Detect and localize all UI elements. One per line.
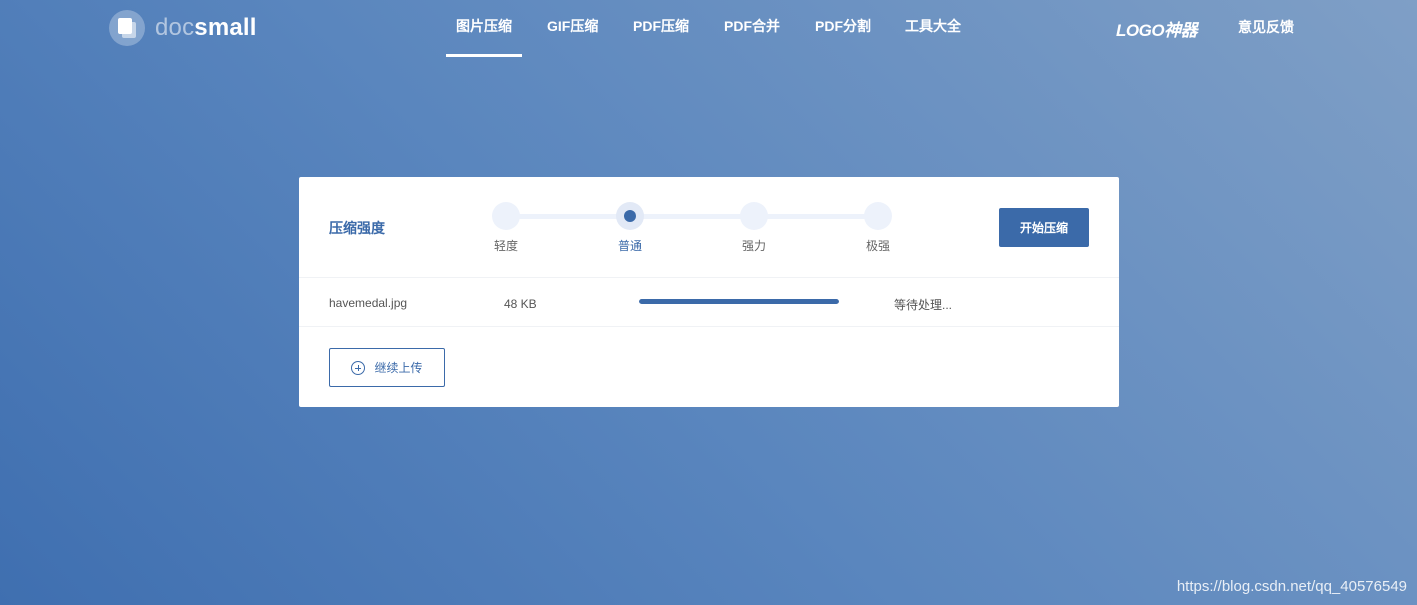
strength-label-extreme: 极强 [865, 239, 890, 253]
compress-panel: 压缩强度 轻度 普通 强力 极强 开始压缩 havemedal.jpg 48 K… [299, 177, 1119, 407]
docsmall-logo[interactable]: docsmall [109, 10, 257, 46]
docsmall-logo-icon [109, 10, 145, 46]
watermark: https://blog.csdn.net/qq_40576549 [1176, 578, 1407, 595]
file-name: havemedal.jpg [329, 296, 408, 310]
strength-label-light: 轻度 [493, 239, 518, 253]
plus-circle-icon [351, 360, 366, 375]
continue-upload-label: 继续上传 [374, 361, 423, 375]
nav-pdf-compress[interactable]: PDF压缩 [633, 0, 689, 57]
strength-label-strong: 强力 [741, 239, 766, 253]
start-compress-button[interactable]: 开始压缩 [999, 208, 1089, 247]
nav-tools[interactable]: 工具大全 [905, 0, 961, 57]
strength-track [506, 214, 878, 219]
file-progress-bar [639, 299, 839, 304]
nav-image-compress[interactable]: 图片压缩 [446, 0, 522, 57]
logo-tool-link[interactable]: LOGO神器 [1116, 16, 1198, 41]
strength-label: 压缩强度 [329, 220, 385, 236]
continue-upload-button[interactable]: 继续上传 [329, 348, 445, 387]
file-size: 48 KB [504, 297, 537, 311]
nav-pdf-merge[interactable]: PDF合并 [724, 0, 780, 57]
logo-text: docsmall [155, 14, 257, 41]
divider [299, 277, 1119, 278]
strength-step-light[interactable] [492, 202, 520, 230]
strength-step-extreme[interactable] [864, 202, 892, 230]
nav-pdf-split[interactable]: PDF分割 [815, 0, 871, 57]
strength-step-normal[interactable] [616, 202, 644, 230]
nav-gif-compress[interactable]: GIF压缩 [547, 0, 598, 57]
file-progress-fill [639, 299, 839, 304]
strength-label-normal: 普通 [617, 239, 642, 253]
file-status: 等待处理... [894, 298, 953, 312]
feedback-link[interactable]: 意见反馈 [1238, 17, 1294, 37]
divider [299, 326, 1119, 327]
strength-step-strong[interactable] [740, 202, 768, 230]
